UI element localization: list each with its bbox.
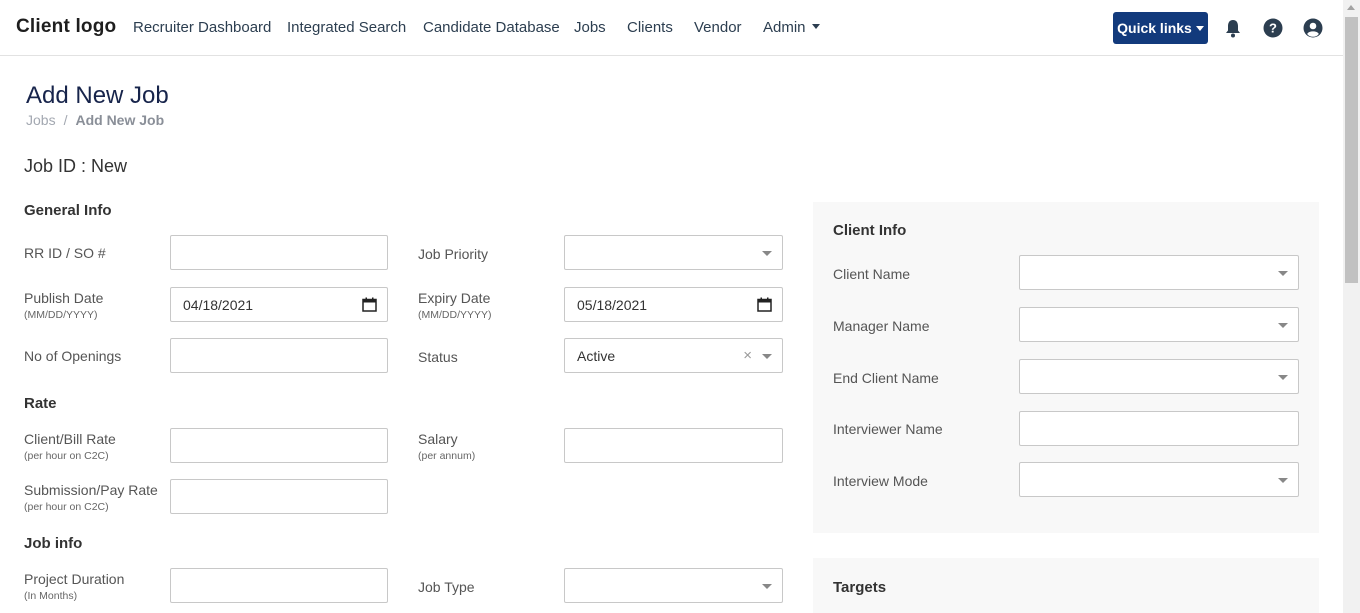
submission-pay-rate-unit: (per hour on C2C) <box>24 501 109 513</box>
publish-date-input[interactable]: 04/18/2021 <box>170 287 388 322</box>
breadcrumb: Jobs / Add New Job <box>26 112 164 128</box>
status-select[interactable]: Active × <box>564 338 783 373</box>
openings-input[interactable] <box>170 338 388 373</box>
nav-admin-dropdown[interactable]: Admin <box>763 19 820 36</box>
nav-clients[interactable]: Clients <box>627 19 673 36</box>
rr-id-label: RR ID / SO # <box>24 245 106 261</box>
publish-date-label: Publish Date (MM/DD/YYYY) <box>24 290 103 321</box>
submission-pay-rate-input[interactable] <box>170 479 388 514</box>
manager-name-select[interactable] <box>1019 307 1299 342</box>
help-icon[interactable]: ? <box>1263 18 1283 38</box>
section-rate: Rate <box>24 395 57 412</box>
chevron-down-icon <box>811 24 820 29</box>
interviewer-name-input[interactable] <box>1019 411 1299 446</box>
job-type-label: Job Type <box>418 579 475 595</box>
client-bill-rate-label: Client/Bill Rate (per hour on C2C) <box>24 431 116 462</box>
project-duration-input[interactable] <box>170 568 388 603</box>
section-job-info: Job info <box>24 535 83 552</box>
top-navbar: Client logo Recruiter Dashboard Integrat… <box>0 0 1343 56</box>
openings-label: No of Openings <box>24 348 122 364</box>
dropdown-arrow-icon <box>1278 478 1288 483</box>
user-icon[interactable] <box>1303 18 1323 38</box>
quick-links-label: Quick links <box>1117 20 1192 36</box>
manager-name-label: Manager Name <box>833 318 930 334</box>
page-title: Add New Job <box>26 82 169 109</box>
calendar-icon[interactable] <box>362 297 377 312</box>
project-duration-label-text: Project Duration <box>24 571 125 587</box>
page-scrollbar[interactable] <box>1343 0 1360 613</box>
chevron-down-icon <box>1195 25 1204 31</box>
status-value: Active <box>577 347 616 364</box>
dropdown-arrow-icon <box>762 251 772 256</box>
dropdown-arrow-icon <box>762 354 772 359</box>
expiry-date-value: 05/18/2021 <box>577 296 648 313</box>
nav-integrated-search[interactable]: Integrated Search <box>287 19 406 36</box>
salary-label-text: Salary <box>418 431 458 447</box>
breadcrumb-jobs[interactable]: Jobs <box>26 112 56 128</box>
publish-date-format: (MM/DD/YYYY) <box>24 309 98 321</box>
job-type-select[interactable] <box>564 568 783 603</box>
svg-text:?: ? <box>1269 21 1277 36</box>
scroll-thumb[interactable] <box>1345 17 1358 283</box>
salary-input[interactable] <box>564 428 783 463</box>
project-duration-unit: (In Months) <box>24 590 78 602</box>
status-label: Status <box>418 349 458 365</box>
dropdown-arrow-icon <box>762 584 772 589</box>
client-name-select[interactable] <box>1019 255 1299 290</box>
nav-admin-label: Admin <box>763 19 806 36</box>
nav-recruiter-dashboard[interactable]: Recruiter Dashboard <box>133 19 271 36</box>
dropdown-arrow-icon <box>1278 375 1288 380</box>
bell-icon[interactable] <box>1223 18 1243 38</box>
interviewer-name-label: Interviewer Name <box>833 421 943 437</box>
project-duration-label: Project Duration (In Months) <box>24 571 124 602</box>
publish-date-label-text: Publish Date <box>24 290 104 306</box>
targets-panel <box>813 558 1319 613</box>
nav-vendor[interactable]: Vendor <box>694 19 742 36</box>
interview-mode-label: Interview Mode <box>833 473 928 489</box>
calendar-icon[interactable] <box>757 297 772 312</box>
client-bill-rate-input[interactable] <box>170 428 388 463</box>
section-general-info: General Info <box>24 202 112 219</box>
breadcrumb-current: Add New Job <box>75 112 165 128</box>
expiry-date-input[interactable]: 05/18/2021 <box>564 287 783 322</box>
job-id-label: Job ID : New <box>24 156 128 176</box>
interview-mode-select[interactable] <box>1019 462 1299 497</box>
publish-date-value: 04/18/2021 <box>183 296 254 313</box>
expiry-date-label: Expiry Date (MM/DD/YYYY) <box>418 290 492 321</box>
nav-candidate-database[interactable]: Candidate Database <box>423 19 560 36</box>
client-bill-rate-label-text: Client/Bill Rate <box>24 431 116 447</box>
job-priority-select[interactable] <box>564 235 783 270</box>
submission-pay-rate-label: Submission/Pay Rate (per hour on C2C) <box>24 482 158 513</box>
dropdown-arrow-icon <box>1278 271 1288 276</box>
client-logo[interactable]: Client logo <box>16 16 116 38</box>
submission-pay-rate-label-text: Submission/Pay Rate <box>24 482 158 498</box>
section-client-info: Client Info <box>833 222 907 239</box>
breadcrumb-separator: / <box>63 112 68 128</box>
client-name-label: Client Name <box>833 266 911 282</box>
expiry-date-format: (MM/DD/YYYY) <box>418 309 492 321</box>
salary-label: Salary (per annum) <box>418 431 475 462</box>
dropdown-arrow-icon <box>1278 323 1288 328</box>
salary-unit: (per annum) <box>418 450 476 462</box>
job-priority-label: Job Priority <box>418 246 489 262</box>
client-bill-rate-unit: (per hour on C2C) <box>24 450 109 462</box>
quick-links-button[interactable]: Quick links <box>1113 12 1208 44</box>
scroll-up-arrow-icon[interactable] <box>1347 5 1355 10</box>
end-client-name-label: End Client Name <box>833 370 939 386</box>
expiry-date-label-text: Expiry Date <box>418 290 491 306</box>
clear-icon[interactable]: × <box>743 347 752 364</box>
section-targets: Targets <box>833 579 887 596</box>
nav-jobs[interactable]: Jobs <box>574 19 606 36</box>
end-client-name-select[interactable] <box>1019 359 1299 394</box>
rr-id-input[interactable] <box>170 235 388 270</box>
